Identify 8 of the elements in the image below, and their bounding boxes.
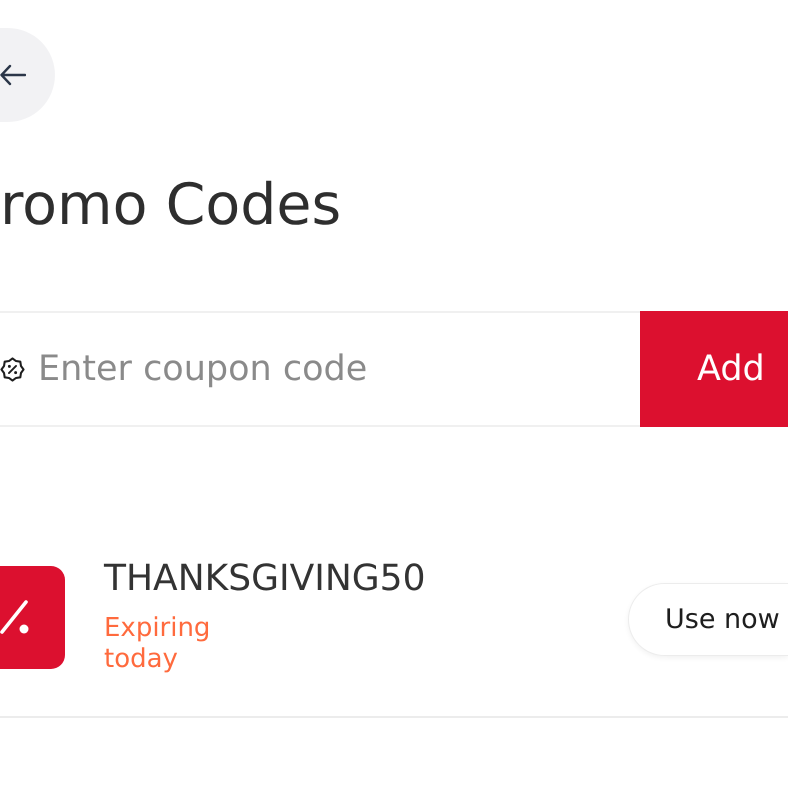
- promo-code: THANKSGIVING50: [104, 558, 426, 600]
- coupon-badge-icon: [0, 356, 25, 382]
- expiry-text: Expiring today: [104, 613, 212, 675]
- coupon-input-field[interactable]: Enter coupon code: [38, 313, 640, 425]
- use-now-button[interactable]: Use now: [628, 583, 788, 656]
- page-title: romo Codes: [0, 172, 342, 239]
- back-arrow-icon: [0, 64, 26, 86]
- add-button[interactable]: Add: [640, 311, 788, 427]
